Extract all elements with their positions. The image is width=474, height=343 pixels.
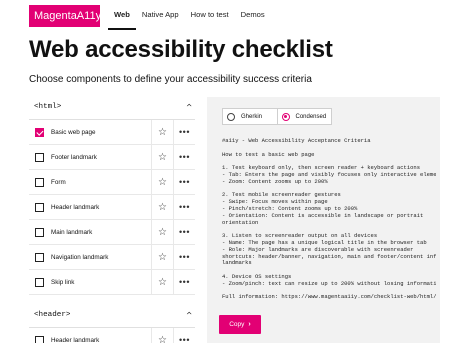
- format-option-condensed[interactable]: Condensed: [276, 109, 332, 124]
- format-option-label: Condensed: [295, 113, 327, 120]
- component-checkbox[interactable]: [35, 227, 44, 237]
- criteria-line: #a11y - Web Accessibility Acceptance Cri…: [222, 138, 371, 144]
- component-list: <html> ⌃ Basic web page ☆ ••• Footer landmark…: [29, 95, 195, 343]
- criteria-line: shortcuts: header/banner, navigation, ma…: [222, 252, 436, 260]
- more-icon[interactable]: •••: [173, 169, 195, 195]
- component-row: Header landmark ☆ •••: [29, 194, 195, 220]
- component-checkbox[interactable]: [35, 177, 44, 187]
- top-navigation: MagentaA11y Web Native App How to test Demo…: [0, 0, 474, 30]
- criteria-line: - Zoom/pinch: text can resize up to 200%…: [222, 279, 436, 287]
- chevron-right-icon: ›: [248, 321, 251, 328]
- star-icon[interactable]: ☆: [151, 219, 173, 245]
- component-row: Footer landmark ☆ •••: [29, 144, 195, 170]
- nav-item-native-app[interactable]: Native App: [136, 0, 185, 30]
- group-header[interactable]: <header> ⌃: [29, 303, 195, 328]
- component-row: Main landmark ☆ •••: [29, 219, 195, 245]
- component-label[interactable]: Header landmark: [51, 204, 151, 211]
- more-icon[interactable]: •••: [173, 327, 195, 343]
- star-icon[interactable]: ☆: [151, 244, 173, 270]
- more-icon[interactable]: •••: [173, 269, 195, 295]
- component-row: Skip link ☆ •••: [29, 269, 195, 295]
- criteria-output: #a11y - Web Accessibility Acceptance Cri…: [222, 138, 436, 301]
- nav-item-web[interactable]: Web: [108, 0, 136, 30]
- component-label[interactable]: Footer landmark: [51, 154, 151, 161]
- chevron-up-icon[interactable]: ⌃: [186, 311, 192, 320]
- star-icon[interactable]: ☆: [151, 119, 173, 145]
- star-icon[interactable]: ☆: [151, 144, 173, 170]
- component-checkbox[interactable]: [35, 335, 44, 343]
- more-icon[interactable]: •••: [173, 194, 195, 220]
- more-icon[interactable]: •••: [173, 244, 195, 270]
- more-icon[interactable]: •••: [173, 119, 195, 145]
- component-row: Basic web page ☆ •••: [29, 119, 195, 145]
- component-label[interactable]: Basic web page: [51, 129, 151, 136]
- component-label[interactable]: Header landmark: [51, 337, 151, 343]
- more-icon[interactable]: •••: [173, 219, 195, 245]
- nav-item-how-to-test[interactable]: How to test: [185, 0, 235, 30]
- nav-item-demos[interactable]: Demos: [235, 0, 271, 30]
- star-icon[interactable]: ☆: [151, 194, 173, 220]
- radio-icon: [281, 112, 290, 121]
- radio-icon: [227, 112, 235, 121]
- criteria-panel: Gherkin Condensed #a11y - Web Accessibili…: [207, 97, 440, 343]
- format-option-gherkin[interactable]: Gherkin: [223, 109, 277, 124]
- group-name: <html>: [34, 103, 62, 111]
- star-icon[interactable]: ☆: [151, 327, 173, 343]
- component-checkbox[interactable]: [35, 277, 44, 287]
- star-icon[interactable]: ☆: [151, 169, 173, 195]
- copy-button[interactable]: Copy ›: [219, 315, 261, 334]
- component-row: Form ☆ •••: [29, 169, 195, 195]
- criteria-line: orientation: [222, 218, 259, 226]
- copy-button-label: Copy: [229, 321, 245, 328]
- format-option-label: Gherkin: [241, 113, 263, 120]
- group-name: <header>: [34, 311, 71, 319]
- brand-logo[interactable]: MagentaA11y: [29, 5, 101, 27]
- criteria-line: How to test a basic web page: [222, 150, 315, 158]
- criteria-line: - Zoom: Content zooms up to 200%: [222, 177, 328, 185]
- component-label[interactable]: Skip link: [51, 279, 151, 286]
- component-row: Navigation landmark ☆ •••: [29, 244, 195, 270]
- component-row: Header landmark ☆ •••: [29, 327, 195, 343]
- component-checkbox[interactable]: [35, 152, 44, 162]
- component-label[interactable]: Form: [51, 179, 151, 186]
- criteria-line: Full information: https://www.magentaa11…: [222, 293, 436, 301]
- star-icon[interactable]: ☆: [151, 269, 173, 295]
- component-label[interactable]: Main landmark: [51, 229, 151, 236]
- chevron-up-icon[interactable]: ⌃: [186, 103, 192, 112]
- main-nav: Web Native App How to test Demos: [108, 0, 271, 30]
- page-subtitle: Choose components to define your accessi…: [29, 74, 312, 85]
- component-checkbox[interactable]: [35, 202, 44, 212]
- criteria-line: landmarks: [222, 259, 252, 267]
- format-toggle: Gherkin Condensed: [222, 108, 332, 125]
- component-checkbox[interactable]: [35, 252, 44, 262]
- page-title: Web accessibility checklist: [29, 36, 333, 63]
- group-header[interactable]: <html> ⌃: [29, 95, 195, 120]
- component-label[interactable]: Navigation landmark: [51, 254, 151, 261]
- component-checkbox[interactable]: [35, 127, 44, 137]
- more-icon[interactable]: •••: [173, 144, 195, 170]
